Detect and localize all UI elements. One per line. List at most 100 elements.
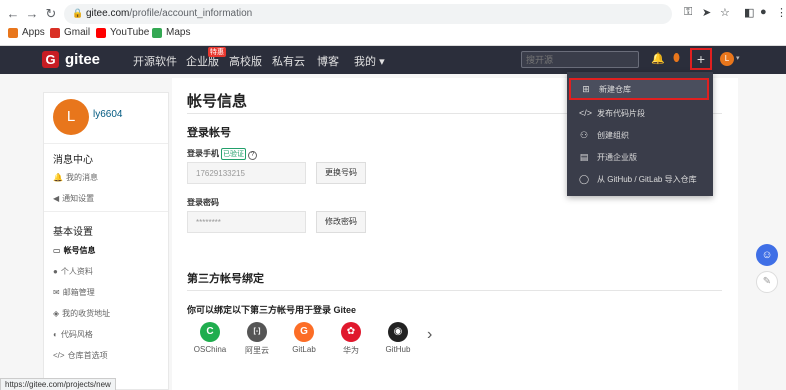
code-icon: </> — [53, 351, 65, 360]
sidebar-item-code-style[interactable]: ◐ 代码风格 — [53, 329, 93, 340]
oschina-icon: C — [200, 322, 220, 342]
status-url: https://gitee.com/projects/new — [0, 378, 116, 390]
phone-label: 登录手机 已验证? — [187, 148, 257, 160]
sidebar-item-notify-settings[interactable]: ◀ 通知设置 — [53, 193, 94, 204]
assistant-icon[interactable]: ☺ — [756, 244, 778, 266]
bookmark-label: Apps — [22, 27, 45, 38]
settings-sidebar: L ly6604 消息中心 🔔 我的消息 ◀ 通知设置 基本设置 ▭ 帐号信息 ● 个人… — [43, 92, 169, 390]
youtube-icon — [96, 27, 106, 38]
bookmark-label: YouTube — [110, 27, 150, 38]
gitee-logo[interactable]: G gitee — [42, 51, 100, 68]
site-header: G gitee 开源软件 企业版 特惠 高校版 私有云 博客 我的 ▾ 🔔 ⬮ … — [0, 46, 786, 74]
sidebar-item-profile[interactable]: ● 个人资料 — [53, 266, 93, 277]
bind-github[interactable]: ◉ GitHub — [378, 322, 418, 354]
caret-down-icon[interactable]: ▾ — [736, 54, 740, 62]
sidebar-item-label: 个人资料 — [60, 267, 93, 276]
bind-oschina[interactable]: C OSChina — [190, 322, 230, 354]
forward-icon[interactable]: → — [25, 7, 39, 21]
bookmark-apps[interactable]: Apps — [8, 27, 45, 38]
back-icon[interactable]: ← — [6, 7, 20, 21]
id-card-icon: ▭ — [53, 246, 61, 255]
menu-item-label: 发布代码片段 — [597, 108, 645, 118]
create-plus-button[interactable]: + — [690, 48, 712, 70]
password-label: 登录密码 — [187, 198, 219, 207]
chevron-right-icon[interactable]: › — [427, 326, 432, 344]
sidebar-item-account-info[interactable]: ▭ 帐号信息 — [53, 245, 96, 256]
social-label: OSChina — [193, 345, 227, 354]
bookmark-label: Maps — [166, 27, 191, 38]
user-avatar[interactable]: L — [720, 52, 734, 66]
change-phone-button[interactable]: 更换号码 — [316, 162, 366, 184]
mail-icon: ✉ — [53, 288, 60, 297]
aliyun-icon: [-] — [247, 322, 267, 342]
gitee-wordmark: gitee — [65, 51, 101, 68]
promo-badge: 特惠 — [208, 47, 226, 57]
sidebar-item-label: 我的收货地址 — [62, 309, 111, 318]
create-dropdown-menu: ⊞ 新建仓库 </> 发布代码片段 ⚇ 创建组织 ▤ 开通企业版 ◯ 从 GitHub /… — [567, 72, 713, 196]
gitlab-icon: G — [294, 322, 314, 342]
bind-aliyun[interactable]: [-] 阿里云 — [237, 322, 277, 356]
code-icon: </> — [579, 108, 593, 118]
change-password-button[interactable]: 修改密码 — [316, 211, 366, 233]
bind-huawei[interactable]: ✿ 华为 — [331, 322, 371, 356]
sidebar-item-address[interactable]: ◈ 我的收货地址 — [53, 308, 110, 319]
divider — [44, 143, 168, 144]
menu-item-label: 新建仓库 — [599, 84, 631, 94]
profile-icon[interactable]: ● — [760, 6, 767, 18]
social-label: 华为 — [343, 346, 359, 355]
kebab-menu-icon[interactable]: ⋮ — [776, 6, 786, 19]
menu-item-import[interactable]: ◯ 从 GitHub / GitLab 导入仓库 — [567, 168, 713, 190]
feedback-icon[interactable]: ✎ — [756, 271, 778, 293]
github-icon: ◯ — [579, 173, 590, 184]
location-pin-icon[interactable]: ⬮ — [673, 52, 680, 65]
bind-gitlab[interactable]: G GitLab — [284, 322, 324, 354]
sidebar-item-label: 通知设置 — [62, 194, 95, 203]
sidebar-item-label: 代码风格 — [60, 330, 93, 339]
divider — [44, 211, 168, 212]
social-label: GitLab — [292, 345, 316, 354]
sidebar-item-my-messages[interactable]: 🔔 我的消息 — [53, 172, 98, 183]
reload-icon[interactable]: ↻ — [44, 7, 58, 21]
nav-mine-label: 我的 — [354, 56, 376, 68]
nav-education[interactable]: 高校版 — [229, 53, 262, 69]
nav-blog[interactable]: 博客 — [317, 53, 339, 69]
browser-chrome: ← → ↻ 🔒 gitee.com/profile/account_inform… — [0, 0, 786, 46]
menu-item-enterprise[interactable]: ▤ 开通企业版 — [567, 146, 713, 168]
person-icon: ● — [53, 267, 58, 276]
bookmark-maps[interactable]: Maps — [152, 27, 190, 38]
menu-item-new-snippet[interactable]: </> 发布代码片段 — [567, 102, 713, 124]
verified-badge: 已验证 — [221, 148, 246, 160]
gmail-icon — [50, 27, 60, 38]
third-party-description: 你可以绑定以下第三方帐号用于登录 Gitee — [187, 305, 357, 315]
profile-avatar[interactable]: L — [53, 99, 89, 135]
sidebar-item-email[interactable]: ✉ 邮箱管理 — [53, 287, 95, 298]
building-icon: ▤ — [579, 151, 589, 162]
bell-icon[interactable]: 🔔 — [651, 52, 665, 65]
sidebar-item-repo-prefs[interactable]: </> 仓库首选项 — [53, 350, 108, 361]
lock-icon: 🔒 — [72, 8, 84, 18]
huawei-icon: ✿ — [341, 322, 361, 342]
menu-item-new-org[interactable]: ⚇ 创建组织 — [567, 124, 713, 146]
bookmark-youtube[interactable]: YouTube — [96, 27, 149, 38]
address-bar[interactable]: 🔒 gitee.com/profile/account_information — [64, 4, 672, 24]
help-icon[interactable]: ? — [248, 151, 257, 160]
nav-open-source[interactable]: 开源软件 — [133, 53, 177, 69]
nav-mine[interactable]: 我的 ▾ — [354, 53, 385, 69]
menu-item-new-repo[interactable]: ⊞ 新建仓库 — [569, 78, 709, 100]
section-title-basic: 基本设置 — [53, 227, 93, 238]
sidepanel-icon[interactable]: ◧ — [744, 6, 754, 19]
location-icon: ◈ — [53, 309, 60, 318]
username-link[interactable]: ly6604 — [93, 109, 122, 120]
bookmark-gmail[interactable]: Gmail — [50, 27, 90, 38]
send-icon[interactable]: ➤ — [702, 6, 711, 19]
menu-item-label: 创建组织 — [597, 130, 629, 140]
maps-icon — [152, 27, 162, 38]
menu-item-label: 从 GitHub / GitLab 导入仓库 — [597, 174, 697, 184]
social-label: 阿里云 — [245, 346, 269, 355]
site-search-input[interactable] — [521, 51, 639, 68]
nav-private-cloud[interactable]: 私有云 — [272, 53, 305, 69]
bookmark-label: Gmail — [64, 27, 91, 38]
key-icon[interactable]: ⚿ — [684, 6, 692, 19]
section-title-messages: 消息中心 — [53, 155, 93, 166]
star-icon[interactable]: ☆ — [720, 6, 730, 19]
